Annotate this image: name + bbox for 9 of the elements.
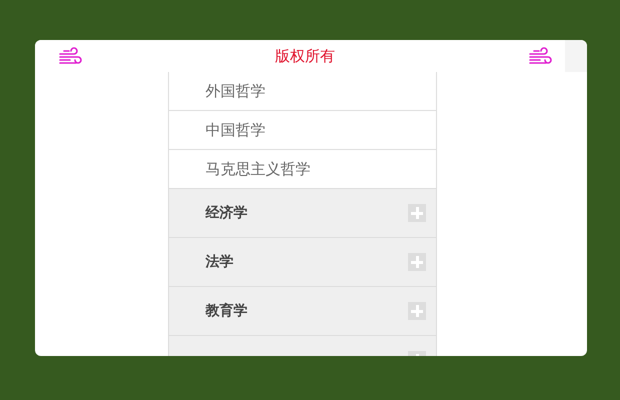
category-label: 法学	[206, 253, 234, 271]
sub-menu-item[interactable]: 中国哲学	[168, 111, 436, 150]
category-label: 经济学	[206, 204, 248, 222]
category-item[interactable]: 法学	[168, 238, 436, 287]
category-item[interactable]: 教育学	[168, 287, 436, 336]
copyright-title: 版权所有	[275, 46, 335, 66]
category-label: 教育学	[206, 302, 248, 320]
category-item[interactable]: 经济学	[168, 189, 436, 238]
sub-menu-item[interactable]: 外国哲学	[168, 72, 436, 111]
